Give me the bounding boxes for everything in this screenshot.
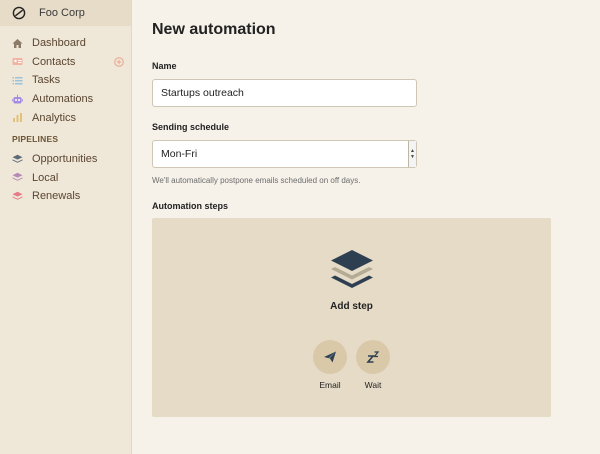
sidebar-item-label: Renewals — [32, 190, 81, 203]
layers-icon — [12, 154, 23, 163]
name-input[interactable] — [152, 79, 417, 107]
sidebar-item-renewals[interactable]: Renewals — [0, 187, 131, 206]
bar-chart-icon — [13, 113, 22, 123]
brand-header[interactable]: Foo Corp — [0, 0, 131, 26]
stack-layers-icon — [331, 250, 373, 288]
home-icon — [12, 38, 23, 48]
sidebar-item-label: Automations — [32, 93, 94, 106]
layers-icon — [12, 173, 23, 182]
schedule-help-text: We'll automatically postpone emails sche… — [152, 176, 361, 185]
name-label: Name — [152, 61, 177, 71]
schedule-label: Sending schedule — [152, 122, 230, 132]
sidebar-item-label: Opportunities — [32, 153, 98, 166]
sidebar-item-analytics[interactable]: Analytics — [0, 108, 131, 127]
page-title: New automation — [152, 21, 276, 38]
select-arrows-icon: ▲ ▼ — [408, 141, 416, 167]
robot-icon — [12, 94, 23, 104]
email-step-button[interactable] — [313, 340, 347, 374]
logo-icon — [12, 6, 26, 20]
list-icon — [12, 76, 23, 85]
pipelines-nav: Opportunities Local Renewals — [0, 150, 131, 206]
contact-card-icon — [12, 58, 23, 66]
sidebar-item-label: Analytics — [32, 111, 77, 124]
paper-plane-icon — [324, 351, 336, 363]
schedule-select[interactable]: Mon-Fri ▲ ▼ — [152, 140, 417, 168]
pipelines-heading: PIPELINES — [12, 133, 59, 144]
brand-name: Foo Corp — [39, 7, 85, 19]
sidebar-item-label: Tasks — [32, 74, 61, 87]
sidebar: Foo Corp Dashboard Contacts Tasks Automa… — [0, 0, 132, 454]
sidebar-item-label: Local — [32, 171, 59, 184]
main-content: New automation Name Sending schedule Mon… — [152, 0, 572, 417]
sidebar-item-opportunities[interactable]: Opportunities — [0, 150, 131, 169]
sidebar-item-automations[interactable]: Automations — [0, 90, 131, 109]
add-contact-icon[interactable] — [114, 56, 124, 67]
main-nav: Dashboard Contacts Tasks Automations Ana… — [0, 26, 131, 127]
schedule-selected-value: Mon-Fri — [161, 148, 198, 160]
sidebar-item-local[interactable]: Local — [0, 169, 131, 188]
sidebar-item-dashboard[interactable]: Dashboard — [0, 34, 131, 53]
sidebar-item-contacts[interactable]: Contacts — [0, 53, 131, 72]
sidebar-item-label: Dashboard — [32, 37, 86, 50]
wait-step-label: Wait — [364, 380, 382, 390]
steps-label: Automation steps — [152, 201, 229, 211]
layers-icon — [12, 191, 23, 200]
sidebar-item-tasks[interactable]: Tasks — [0, 71, 131, 90]
sidebar-item-label: Contacts — [32, 55, 76, 68]
automation-steps-panel: Add step Email Wait — [152, 218, 551, 417]
sleep-icon — [366, 351, 380, 363]
email-step-label: Email — [319, 380, 341, 390]
wait-step-button[interactable] — [356, 340, 390, 374]
add-step-button[interactable]: Add step — [152, 301, 551, 312]
